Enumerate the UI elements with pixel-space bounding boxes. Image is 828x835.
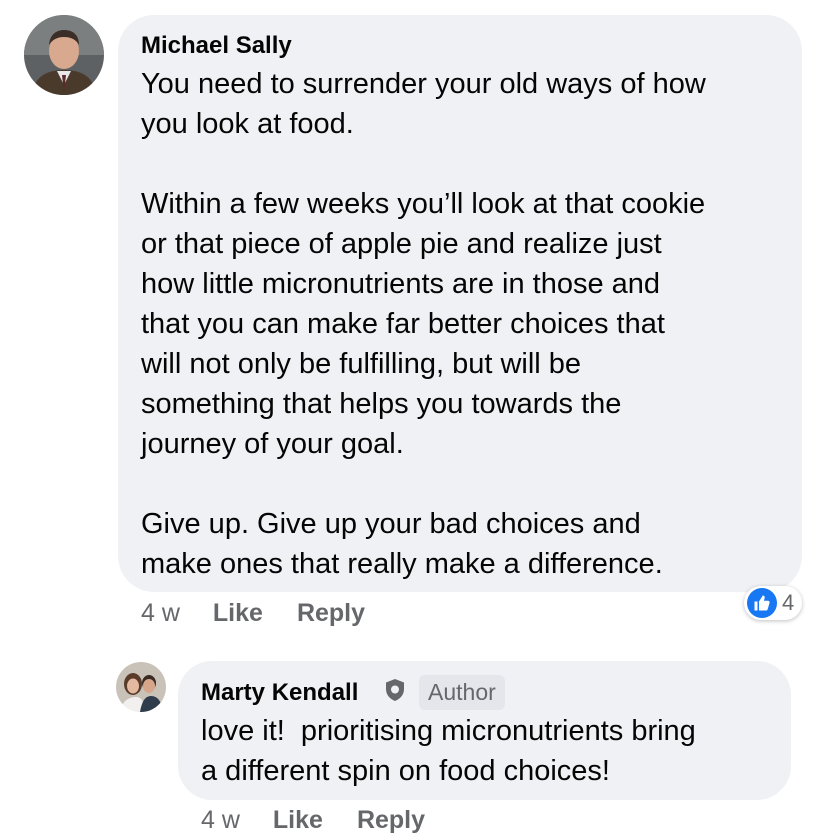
- avatar-image: [24, 15, 104, 95]
- reply-meta: 4 w Like Reply: [201, 806, 459, 835]
- reply-avatar[interactable]: [116, 662, 166, 712]
- reply-reply-button[interactable]: Reply: [357, 806, 425, 835]
- reply-author-name[interactable]: Marty Kendall: [201, 679, 358, 707]
- reply-like-button[interactable]: Like: [273, 806, 323, 835]
- comment-author-name[interactable]: Michael Sally: [141, 32, 292, 60]
- reply-button[interactable]: Reply: [297, 599, 365, 628]
- comment-michael-sally: Michael Sally You need to surrender your…: [0, 0, 828, 640]
- like-button[interactable]: Like: [213, 599, 263, 628]
- avatar[interactable]: [24, 15, 104, 95]
- reply-timestamp[interactable]: 4 w: [201, 806, 240, 835]
- reply-text: love it! prioritising micronutrients bri…: [201, 715, 696, 787]
- reaction-summary[interactable]: 4: [744, 586, 803, 620]
- like-icon: [747, 588, 777, 618]
- comment-timestamp[interactable]: 4 w: [141, 599, 180, 628]
- reply-avatar-image: [116, 662, 166, 712]
- reply-marty-kendall: Marty Kendall Author love it! prioritisi…: [0, 640, 828, 835]
- author-badge: Author: [419, 675, 505, 710]
- shield-icon: [384, 678, 406, 702]
- comment-meta: 4 w Like Reply: [141, 599, 399, 628]
- reaction-count: 4: [782, 590, 795, 615]
- comment-text: You need to surrender your old ways of h…: [141, 68, 706, 580]
